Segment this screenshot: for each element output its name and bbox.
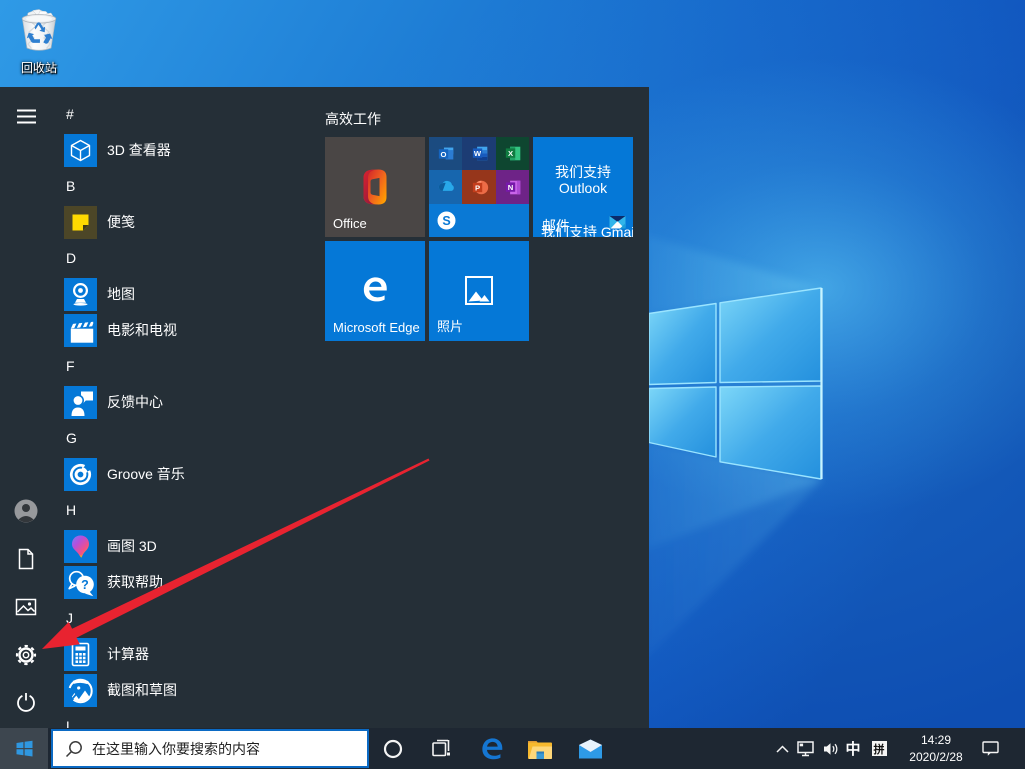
svg-text:?: ? [81,578,89,592]
svg-text:O: O [440,150,446,159]
svg-text:W: W [473,149,481,158]
svg-text:X: X [507,149,513,158]
svg-text:S: S [442,214,450,228]
svg-text:N: N [508,183,514,192]
svg-text:P: P [474,183,479,192]
